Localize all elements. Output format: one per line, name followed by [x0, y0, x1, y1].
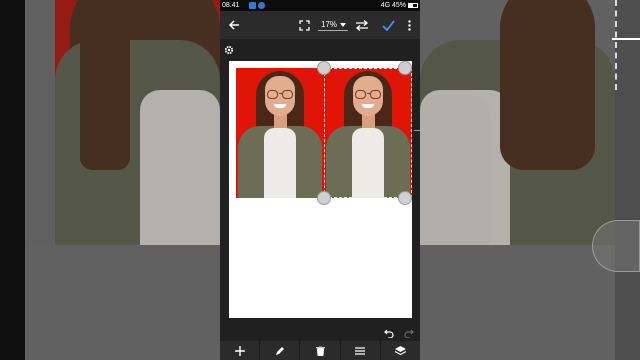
notification-icon	[249, 2, 256, 9]
resize-handle[interactable]	[317, 61, 331, 75]
swap-button[interactable]	[352, 11, 372, 39]
delete-button[interactable]	[299, 341, 339, 360]
fit-screen-button[interactable]	[294, 11, 314, 39]
history-controls	[220, 321, 420, 341]
status-network-battery: 4G 45%	[380, 2, 406, 9]
print-canvas[interactable]	[229, 61, 420, 318]
portrait-photo[interactable]	[236, 68, 324, 198]
gear-icon	[224, 45, 234, 55]
back-arrow-icon	[228, 20, 239, 30]
blurred-backdrop-right	[420, 0, 640, 360]
zoom-dropdown[interactable]: 17%	[318, 19, 348, 31]
layers-icon	[394, 345, 406, 355]
edit-button[interactable]	[259, 341, 299, 360]
battery-icon	[408, 3, 418, 8]
editor-toolbar: 17%	[220, 11, 420, 39]
status-time: 08.41	[222, 2, 240, 9]
resize-handle[interactable]	[317, 191, 331, 205]
undo-icon	[384, 329, 394, 339]
zoom-level: 17%	[321, 20, 338, 29]
bottom-action-bar	[220, 341, 420, 360]
more-vert-icon	[407, 19, 411, 31]
delete-icon	[315, 345, 325, 356]
swap-icon	[355, 19, 369, 31]
fit-screen-icon	[298, 19, 310, 31]
selection-box	[324, 68, 412, 198]
menu-icon	[355, 346, 366, 355]
add-button[interactable]	[220, 341, 259, 360]
backdrop-handle	[592, 220, 640, 272]
more-options-button[interactable]	[402, 11, 416, 39]
confirm-check-icon	[381, 19, 395, 31]
resize-handle[interactable]	[398, 191, 412, 205]
layers-button[interactable]	[379, 341, 420, 360]
back-button[interactable]	[224, 11, 244, 39]
confirm-button[interactable]	[378, 11, 398, 39]
blurred-backdrop-left	[0, 0, 220, 360]
edit-icon	[275, 346, 284, 355]
add-icon	[234, 345, 245, 356]
chevron-down-icon	[340, 23, 346, 27]
phone-screen: 08.41 4G 45% 17%	[220, 0, 420, 360]
resize-handle[interactable]	[398, 61, 412, 75]
redo-icon	[404, 329, 414, 339]
settings-button[interactable]	[224, 42, 234, 60]
backdrop-dashed-guide	[615, 0, 617, 90]
notification-icon	[258, 2, 265, 9]
backdrop-guide-tick	[612, 38, 640, 40]
status-bar: 08.41 4G 45%	[220, 0, 420, 11]
edge-marker	[414, 130, 420, 131]
menu-button[interactable]	[339, 341, 380, 360]
editor-workspace	[220, 39, 420, 341]
